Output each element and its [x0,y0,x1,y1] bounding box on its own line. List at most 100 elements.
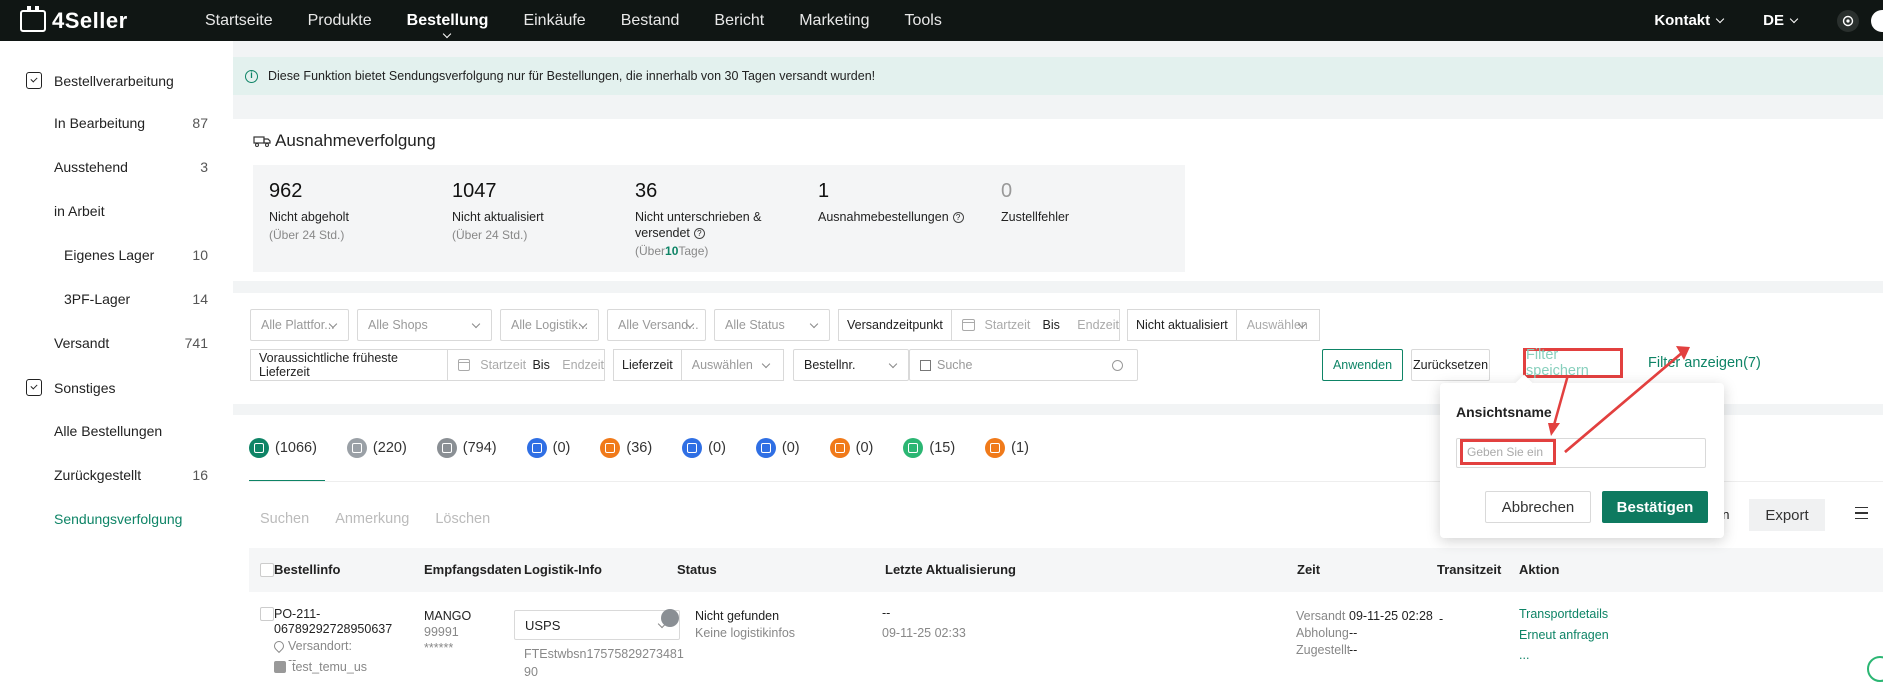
status-select[interactable]: Alle Status [714,309,830,341]
status-select-value: Alle Status [725,318,785,332]
more-actions-link[interactable]: ... [1519,648,1529,662]
nav-bestellung[interactable]: Bestellung [407,0,488,41]
column-settings-icon[interactable] [1855,507,1868,519]
stat-not-signed[interactable]: 36 Nicht unterschrieben & versendet? (Übe… [619,165,819,272]
nav-marketing[interactable]: Marketing [799,0,869,41]
status-tab[interactable]: (0) [682,415,726,481]
end-time-input[interactable]: Endzeit [1077,318,1119,332]
tracking-number-line2[interactable]: 90 [524,665,538,679]
order-number-line1[interactable]: PO-211- [274,607,320,621]
stat-exception-orders[interactable]: 1 Ausnahmebestellungen? [802,165,1002,272]
nav-tools[interactable]: Tools [904,0,941,41]
ship-origin: Versandort: -- [271,638,352,667]
delivery-time-filter[interactable]: Lieferzeit Auswählen [613,349,784,381]
carrier-select[interactable]: USPS [514,610,680,640]
end-time-input[interactable]: Endzeit [562,358,604,372]
note-action[interactable]: Anmerkung [335,511,409,527]
ship-time-range[interactable]: Versandzeitpunkt Startzeit Bis Endzeit [838,309,1120,341]
re-request-link[interactable]: Erneut anfragen [1519,628,1609,642]
status-tab[interactable]: (1066) [249,415,325,482]
view-name-placeholder[interactable]: Geben Sie ein [1460,439,1556,465]
sidebar-item-alle-bestellungen[interactable]: Alle Bestellungen [54,423,208,439]
not-updated-filter[interactable]: Nicht aktualisiert Auswählen [1127,309,1320,341]
show-filters-link[interactable]: Filter anzeigen(7) [1648,355,1761,371]
status-tab[interactable]: (0) [526,415,570,481]
sidebar-item-label: Sendungsverfolgung [54,511,183,527]
apply-button[interactable]: Anwenden [1322,349,1403,381]
nav-startseite[interactable]: Startseite [205,0,273,41]
status-tab-icon [682,438,703,458]
tracking-number-line1[interactable]: FTEstwbsn17575829273481 [524,647,684,661]
sidebar-item-label: In Bearbeitung [54,115,146,131]
col-bestellinfo: Bestellinfo [274,562,341,577]
order-number-line2[interactable]: 06789292728950637 [274,622,392,636]
sidebar-item-count: 14 [192,291,208,307]
app-logo[interactable]: 4Seller [20,5,205,34]
delivery-time-select[interactable]: Auswählen [682,358,753,372]
shops-select[interactable]: Alle Shops [357,309,492,341]
sidebar-item-ausstehend[interactable]: Ausstehend 3 [54,159,208,175]
sidebar-item-count: 741 [184,335,208,351]
status-tab[interactable]: (0) [829,415,873,481]
order-number-select[interactable]: Bestellnr. [793,349,909,381]
save-filter-button[interactable]: Filter speichern [1523,347,1623,379]
nav-bericht[interactable]: Bericht [714,0,764,41]
export-button[interactable]: Export [1749,499,1825,531]
sidebar-item-sendungsverfolgung[interactable]: Sendungsverfolgung [54,511,208,527]
sidebar-item-eigenes-lager[interactable]: Eigenes Lager 10 [64,247,208,263]
stat-delivery-error[interactable]: 0 Zustellfehler [985,165,1185,272]
stat-not-picked-up[interactable]: 962 Nicht abgeholt (Über 24 Std.) [253,165,453,272]
status-tab-count: (0) [781,440,800,456]
row-checkbox[interactable] [260,607,274,621]
nav-bestand[interactable]: Bestand [621,0,680,41]
status-tab[interactable]: (0) [755,415,800,481]
help-icon[interactable]: ? [693,228,705,239]
stat-label-text: Ausnahmebestellungen [818,210,949,224]
sidebar-item-zurueckgestellt[interactable]: Zurückgestellt 16 [54,467,208,483]
start-time-input[interactable]: Startzeit [985,318,1043,332]
calendar-icon [961,319,975,331]
nav-einkaeufe[interactable]: Einkäufe [523,0,585,41]
reset-button[interactable]: Zurücksetzen [1411,349,1490,381]
language-dropdown[interactable]: DE [1763,12,1799,29]
sidebar-item-in-bearbeitung[interactable]: In Bearbeitung 87 [54,115,208,131]
clipboard-check-icon [26,379,42,396]
sidebar-item-label: 3PF-Lager [64,291,131,307]
search-icon[interactable] [1112,360,1123,371]
start-time-input[interactable]: Startzeit [480,358,532,372]
sidebar-item-in-arbeit[interactable]: in Arbeit [54,203,208,219]
order-number-select-value: Bestellnr. [804,358,856,372]
status-tab-count: (15) [929,440,956,456]
delivery-time-label: Lieferzeit [614,350,682,380]
select-all-checkbox[interactable] [260,563,274,577]
status-tab[interactable]: (36) [600,415,652,481]
status-tab[interactable]: (794) [436,415,497,481]
cancel-button[interactable]: Abbrechen [1485,491,1591,523]
status-tab[interactable]: (220) [346,415,407,481]
stat-not-updated[interactable]: 1047 Nicht aktualisiert (Über 24 Std.) [436,165,636,272]
nav-produkte[interactable]: Produkte [308,0,372,41]
status-tab[interactable]: (15) [903,415,955,481]
avatar[interactable] [1871,9,1883,32]
sidebar-item-3pf-lager[interactable]: 3PF-Lager 14 [64,291,208,307]
stat-number: 0 [1001,180,1013,202]
help-icon[interactable]: ? [952,212,964,223]
confirm-button[interactable]: Bestätigen [1602,491,1708,523]
logistics-select[interactable]: Alle Logistik... [500,309,599,341]
carrier-select-value: USPS [525,617,561,633]
search-action[interactable]: Suchen [260,511,309,527]
sidebar-group-sonstiges[interactable]: Sonstiges [26,379,115,396]
stat-label: Nicht unterschrieben & versendet? [635,209,803,241]
sidebar-item-versandt[interactable]: Versandt 741 [54,335,208,351]
sidebar-group-bestellverarbeitung[interactable]: Bestellverarbeitung [26,72,174,89]
search-input[interactable]: Suche [909,349,1138,381]
platform-select[interactable]: Alle Plattfor... [250,309,349,341]
settings-button[interactable] [1837,9,1859,32]
transport-details-link[interactable]: Transportdetails [1519,607,1608,621]
shipping-select[interactable]: Alle Versand... [607,309,706,341]
delete-action[interactable]: Löschen [435,511,490,527]
not-updated-select[interactable]: Auswählen [1237,318,1308,332]
earliest-delivery-range[interactable]: Voraussichtliche früheste Lieferzeit Sta… [250,349,605,381]
status-tab[interactable]: (1) [985,415,1029,481]
contact-dropdown[interactable]: Kontakt [1654,12,1725,29]
